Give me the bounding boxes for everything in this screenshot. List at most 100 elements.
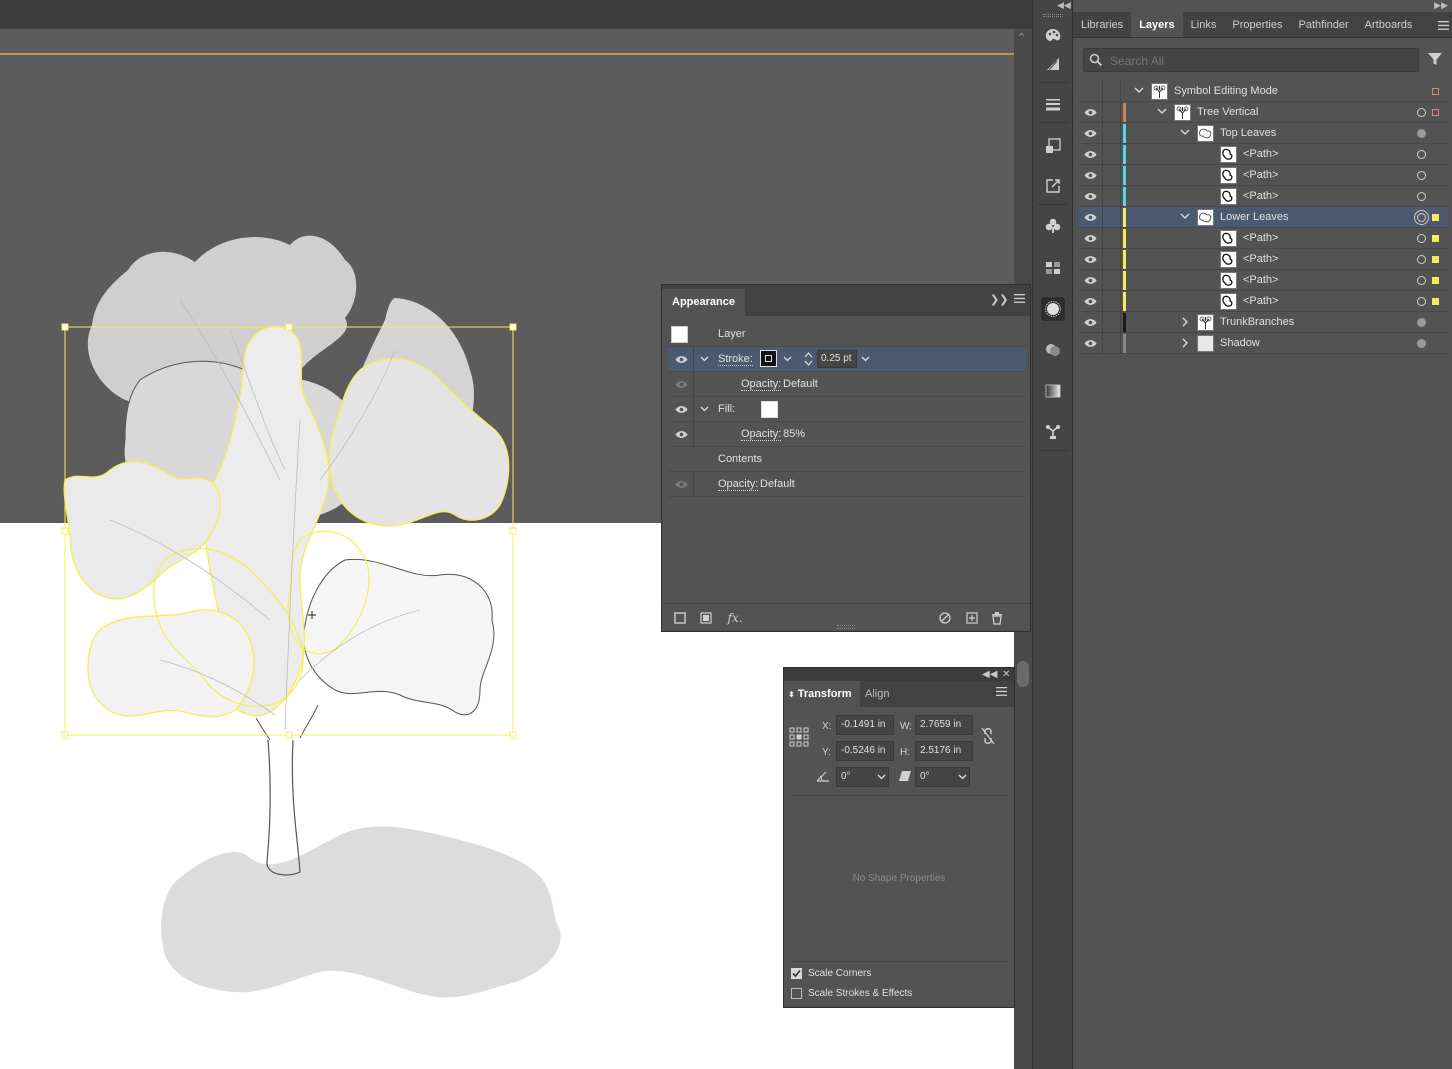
eye-icon[interactable] xyxy=(673,428,689,441)
layer-name[interactable]: <Path> xyxy=(1243,148,1278,160)
trash-icon[interactable] xyxy=(989,610,1005,626)
eye-icon[interactable] xyxy=(673,353,689,366)
layer-name[interactable]: Top Leaves xyxy=(1220,127,1276,139)
layer-row[interactable]: Shadow xyxy=(1078,333,1448,354)
add-new-stroke-icon[interactable] xyxy=(672,610,688,626)
eye-icon[interactable] xyxy=(1082,169,1098,182)
appearance-contents-row[interactable]: Contents xyxy=(668,447,1026,472)
symbols-icon[interactable] xyxy=(1041,214,1065,238)
gradient-panel-icon[interactable] xyxy=(1041,379,1065,403)
h-field[interactable]: 2.5176 in xyxy=(915,741,973,761)
tab-transform[interactable]: ⬍ Transform xyxy=(784,681,860,707)
scale-corners-checkbox[interactable]: Scale Corners xyxy=(791,968,871,979)
shear-dropdown-icon[interactable] xyxy=(954,767,970,787)
stroke-opacity-label[interactable]: Opacity: xyxy=(741,378,782,391)
target-icon[interactable] xyxy=(1417,318,1426,327)
eye-icon[interactable] xyxy=(1082,190,1098,203)
stroke-weight-field[interactable]: 0.25 pt xyxy=(817,350,857,368)
appearance-fill-row[interactable]: Fill: xyxy=(668,397,1026,422)
layer-row[interactable]: <Path> xyxy=(1078,249,1448,270)
collapse-dock-icon[interactable]: ▶▶ xyxy=(1434,0,1448,11)
chevron-right-icon[interactable] xyxy=(1178,315,1192,329)
stroke-weight-stepper-icon[interactable] xyxy=(801,350,815,368)
layer-row[interactable]: <Path> xyxy=(1078,186,1448,207)
selection-indicator[interactable] xyxy=(1432,256,1439,263)
target-icon[interactable] xyxy=(1417,213,1426,222)
tab-align[interactable]: Align xyxy=(865,681,889,707)
selection-indicator[interactable] xyxy=(1432,88,1439,95)
color-guide-icon[interactable] xyxy=(1041,24,1065,48)
eye-icon[interactable] xyxy=(1082,232,1098,245)
collapse-strip-icon[interactable]: ◀◀ xyxy=(1057,0,1071,11)
chevron-right-icon[interactable] xyxy=(1178,336,1192,350)
rotate-field[interactable]: 0° xyxy=(836,767,874,787)
target-icon[interactable] xyxy=(1417,276,1426,285)
layer-name[interactable]: <Path> xyxy=(1243,295,1278,307)
shear-field[interactable]: 0° xyxy=(915,767,955,787)
chevron-down-icon[interactable] xyxy=(1178,126,1192,140)
selection-indicator[interactable] xyxy=(1432,109,1439,116)
target-icon[interactable] xyxy=(1417,339,1426,348)
target-icon[interactable] xyxy=(1417,297,1426,306)
chevron-down-icon[interactable] xyxy=(1178,210,1192,224)
layer-name[interactable]: Lower Leaves xyxy=(1220,211,1289,223)
layer-row[interactable]: Symbol Editing Mode xyxy=(1078,81,1448,102)
selection-indicator[interactable] xyxy=(1432,277,1439,284)
layer-row[interactable]: <Path> xyxy=(1078,144,1448,165)
chevron-down-icon[interactable] xyxy=(1155,105,1169,119)
eye-icon[interactable] xyxy=(673,478,689,491)
tab-artboards[interactable]: Artboards xyxy=(1357,12,1421,37)
duplicate-item-icon[interactable] xyxy=(964,610,980,626)
fill-opacity-label[interactable]: Opacity: xyxy=(741,428,782,441)
tab-links[interactable]: Links xyxy=(1183,12,1225,37)
layer-name[interactable]: Symbol Editing Mode xyxy=(1174,85,1278,97)
export-icon[interactable] xyxy=(1041,174,1065,198)
filter-icon[interactable] xyxy=(1427,51,1443,70)
scroll-thumb[interactable] xyxy=(1017,661,1029,687)
reference-point-icon[interactable] xyxy=(789,727,809,750)
layer-name[interactable]: Shadow xyxy=(1220,337,1260,349)
stroke-panel-icon[interactable] xyxy=(1041,92,1065,116)
eye-icon[interactable] xyxy=(673,403,689,416)
layer-name[interactable]: TrunkBranches xyxy=(1220,316,1294,328)
layer-row[interactable]: <Path> xyxy=(1078,228,1448,249)
layer-name[interactable]: <Path> xyxy=(1243,232,1278,244)
chevron-down-icon[interactable] xyxy=(698,403,710,415)
appearance-layer-opacity-row[interactable]: Opacity: Default xyxy=(668,472,1026,497)
appearance-stroke-opacity-row[interactable]: Opacity: Default xyxy=(668,372,1026,397)
swatches-icon[interactable] xyxy=(1041,256,1065,280)
layer-row[interactable]: <Path> xyxy=(1078,165,1448,186)
eye-icon[interactable] xyxy=(1082,148,1098,161)
target-icon[interactable] xyxy=(1417,171,1426,180)
scale-strokes-checkbox[interactable]: Scale Strokes & Effects xyxy=(791,988,912,999)
target-icon[interactable] xyxy=(1417,150,1426,159)
add-effect-icon[interactable]: fx. xyxy=(724,610,746,626)
layer-row[interactable]: Lower Leaves xyxy=(1078,207,1448,228)
eye-icon[interactable] xyxy=(1082,295,1098,308)
eye-icon[interactable] xyxy=(1082,127,1098,140)
layer-name[interactable]: <Path> xyxy=(1243,274,1278,286)
appearance-menu-icon[interactable] xyxy=(1014,294,1025,306)
target-icon[interactable] xyxy=(1417,108,1426,117)
selection-indicator[interactable] xyxy=(1432,235,1439,242)
eye-icon[interactable] xyxy=(1082,337,1098,350)
stroke-color-swatch[interactable] xyxy=(760,350,777,367)
fill-color-swatch[interactable] xyxy=(761,401,778,418)
tab-properties[interactable]: Properties xyxy=(1224,12,1290,37)
stroke-color-dropdown-icon[interactable] xyxy=(780,350,794,368)
w-field[interactable]: 2.7659 in xyxy=(915,715,973,735)
layer-name[interactable]: Tree Vertical xyxy=(1197,106,1258,118)
puppet-warp-icon[interactable] xyxy=(1041,420,1065,444)
appearance-fill-opacity-row[interactable]: Opacity: 85% xyxy=(668,422,1026,447)
clear-appearance-icon[interactable] xyxy=(937,610,953,626)
layer-row[interactable]: TrunkBranches xyxy=(1078,312,1448,333)
layer-name[interactable]: <Path> xyxy=(1243,190,1278,202)
target-icon[interactable] xyxy=(1417,129,1426,138)
layer-name[interactable]: <Path> xyxy=(1243,169,1278,181)
scroll-up-icon[interactable]: ⌃ xyxy=(1017,31,1026,44)
panel-resize-grip[interactable] xyxy=(837,625,855,629)
eye-icon[interactable] xyxy=(673,378,689,391)
selection-indicator[interactable] xyxy=(1432,298,1439,305)
x-field[interactable]: -0.1491 in xyxy=(836,715,894,735)
collapse-panel-icon[interactable]: ◀◀ xyxy=(982,668,997,681)
